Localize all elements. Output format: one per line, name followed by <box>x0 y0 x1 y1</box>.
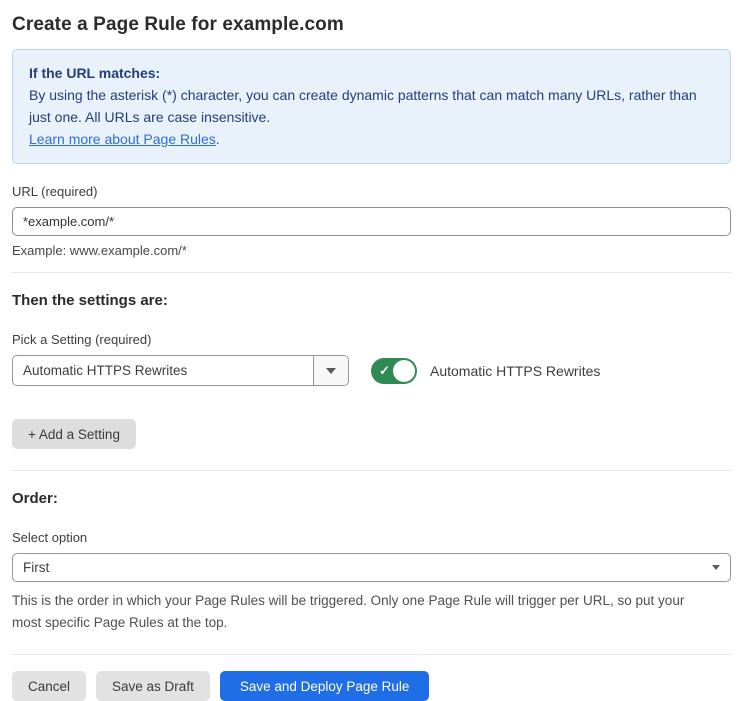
divider <box>12 470 731 471</box>
order-select-label: Select option <box>12 530 88 545</box>
learn-more-link[interactable]: Learn more about Page Rules <box>29 131 216 147</box>
link-suffix: . <box>215 131 220 147</box>
chevron-down-icon <box>326 367 336 374</box>
setting-select-arrow-button[interactable] <box>313 356 348 385</box>
toggle-label: Automatic HTTPS Rewrites <box>430 362 601 379</box>
footer-actions: Cancel Save as Draft Save and Deploy Pag… <box>12 671 731 701</box>
add-setting-button[interactable]: + Add a Setting <box>12 419 136 449</box>
info-box-body: By using the asterisk (*) character, you… <box>29 84 714 150</box>
create-page-rule-panel: Create a Page Rule for example.com If th… <box>0 0 743 701</box>
order-heading: Order: <box>12 490 58 507</box>
toggle-knob <box>393 359 415 382</box>
check-icon: ✓ <box>379 362 390 378</box>
chevron-down-icon <box>712 565 720 570</box>
order-select[interactable]: First <box>12 553 731 582</box>
settings-section: Then the settings are: Pick a Setting (r… <box>12 292 731 449</box>
setting-select[interactable]: Automatic HTTPS Rewrites <box>12 355 349 386</box>
save-as-draft-button[interactable]: Save as Draft <box>96 671 210 701</box>
order-select-value: First <box>23 560 50 575</box>
https-rewrites-toggle[interactable]: ✓ <box>371 357 417 384</box>
url-field-hint: Example: www.example.com/* <box>12 243 187 258</box>
setting-select-value: Automatic HTTPS Rewrites <box>23 363 188 378</box>
settings-heading: Then the settings are: <box>12 292 168 309</box>
setting-row: Automatic HTTPS Rewrites ✓ Automatic HTT… <box>12 355 731 386</box>
pick-setting-label: Pick a Setting (required) <box>12 332 152 347</box>
url-field-label: URL (required) <box>12 184 98 199</box>
divider <box>12 272 731 273</box>
info-box-body-text: By using the asterisk (*) character, you… <box>29 87 697 125</box>
cancel-button[interactable]: Cancel <box>12 671 87 701</box>
order-section: Order: Select option First This is the o… <box>12 490 731 634</box>
url-matches-info-box: If the URL matches: By using the asteris… <box>12 49 731 164</box>
divider <box>12 654 731 655</box>
info-box-heading: If the URL matches: <box>29 65 161 81</box>
page-title: Create a Page Rule for example.com <box>12 14 344 35</box>
order-description: This is the order in which your Page Rul… <box>12 593 685 630</box>
save-and-deploy-button[interactable]: Save and Deploy Page Rule <box>219 671 430 701</box>
url-input[interactable] <box>12 207 731 236</box>
